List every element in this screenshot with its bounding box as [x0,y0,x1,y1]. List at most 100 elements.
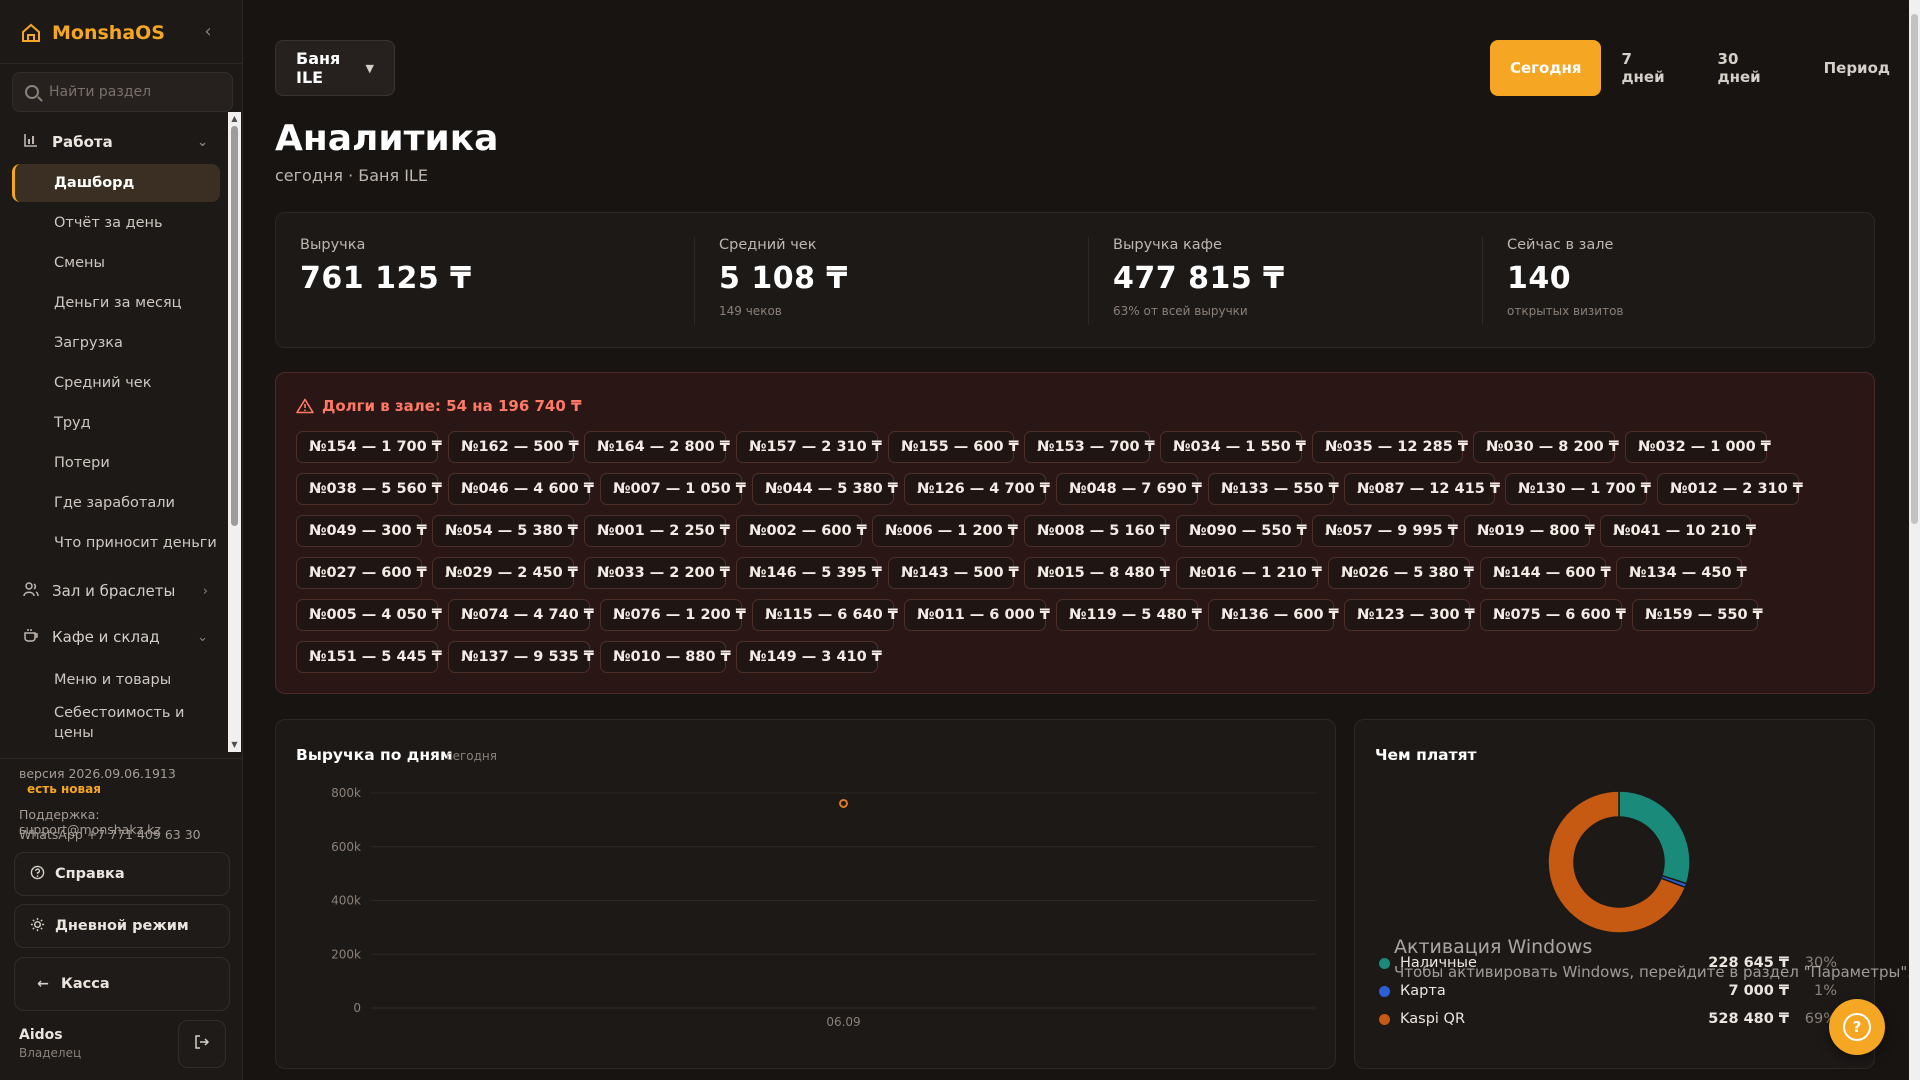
debt-chip[interactable]: №090 — 550 ₸ [1176,515,1307,547]
page-scrollbar[interactable] [1909,0,1920,1080]
nav-group-work[interactable]: Работа ⌄ [10,124,220,160]
kpi-label: Средний чек [719,237,817,253]
debt-chip[interactable]: №115 — 6 640 ₸ [752,599,898,631]
data-point[interactable] [839,798,848,808]
debt-chip[interactable]: №029 — 2 450 ₸ [432,557,578,589]
debt-chip[interactable]: №010 — 880 ₸ [600,641,731,673]
debt-chip[interactable]: №146 — 5 395 ₸ [736,557,882,589]
debt-chip[interactable]: №130 — 1 700 ₸ [1505,473,1651,505]
sidebar-item-where-earned[interactable]: Где заработали [12,484,220,522]
logout-button[interactable] [178,1020,226,1068]
period-tabs: Сегодня 7 дней 30 дней Период [1490,40,1910,96]
debt-chip[interactable]: №005 — 4 050 ₸ [296,599,442,631]
debt-chip[interactable]: №144 — 600 ₸ [1480,557,1611,589]
debt-chip[interactable]: №057 — 9 995 ₸ [1312,515,1458,547]
debt-chip[interactable]: №044 — 5 380 ₸ [752,473,898,505]
sidebar-item-load[interactable]: Загрузка [12,324,220,362]
sidebar-scrollbar[interactable]: ▲ ▼ [228,112,241,752]
sidebar-item-cost-prices[interactable]: Себестоимость и цены [12,700,220,746]
tab-7-days[interactable]: 7 дней [1601,40,1697,96]
debt-chip[interactable]: №041 — 10 210 ₸ [1600,515,1756,547]
debt-chip[interactable]: №006 — 1 200 ₸ [872,515,1018,547]
debt-chip[interactable]: №162 — 500 ₸ [448,431,579,463]
debt-chip[interactable]: №075 — 6 600 ₸ [1480,599,1626,631]
debt-chip[interactable]: №035 — 12 285 ₸ [1312,431,1468,463]
sidebar-item-shifts[interactable]: Смены [12,244,220,282]
debt-chip[interactable]: №157 — 2 310 ₸ [736,431,882,463]
debt-chip[interactable]: №154 — 1 700 ₸ [296,431,442,463]
tab-period[interactable]: Период [1804,40,1910,96]
tab-30-days[interactable]: 30 дней [1698,40,1804,96]
scroll-thumb[interactable] [1911,14,1918,524]
debt-chip[interactable]: №034 — 1 550 ₸ [1160,431,1306,463]
debt-chip[interactable]: №026 — 5 380 ₸ [1328,557,1474,589]
nav-group-hall[interactable]: Зал и браслеты › [10,573,220,609]
sidebar-item-labor[interactable]: Труд [12,404,220,442]
sidebar-item-dashboard[interactable]: Дашборд [12,164,220,202]
debt-chip[interactable]: №033 — 2 200 ₸ [584,557,730,589]
debt-chip[interactable]: №164 — 2 800 ₸ [584,431,730,463]
tab-today[interactable]: Сегодня [1490,40,1602,96]
nav-group-cafe[interactable]: Кафе и склад ⌄ [10,619,220,655]
debt-chip[interactable]: №012 — 2 310 ₸ [1657,473,1803,505]
venue-select[interactable]: Баня ILE ▼ [275,40,395,96]
debt-chip[interactable]: №027 — 600 ₸ [296,557,427,589]
scroll-down-icon[interactable]: ▼ [230,741,239,749]
debt-chip[interactable]: №153 — 700 ₸ [1024,431,1155,463]
sidebar-search[interactable] [12,72,233,112]
debt-chip[interactable]: №087 — 12 415 ₸ [1344,473,1500,505]
sidebar-item-day-report[interactable]: Отчёт за день [12,204,220,242]
debt-chip[interactable]: №001 — 2 250 ₸ [584,515,730,547]
debt-chip[interactable]: №008 — 5 160 ₸ [1024,515,1170,547]
debt-chip[interactable]: №054 — 5 380 ₸ [432,515,578,547]
debt-chip[interactable]: №074 — 4 740 ₸ [448,599,594,631]
debt-chip[interactable]: №143 — 500 ₸ [888,557,1019,589]
debt-chip[interactable]: №136 — 600 ₸ [1208,599,1339,631]
debt-chip[interactable]: №016 — 1 210 ₸ [1176,557,1322,589]
sidebar-item-what-brings-money[interactable]: Что приносит деньги [12,524,220,562]
search-input[interactable] [49,84,219,100]
debt-chip[interactable]: №007 — 1 050 ₸ [600,473,746,505]
debt-chip[interactable]: №134 — 450 ₸ [1616,557,1747,589]
debt-chip[interactable]: №126 — 4 700 ₸ [904,473,1050,505]
windows-activation-title: Активация Windows [1394,936,1593,958]
debt-chip[interactable]: №049 — 300 ₸ [296,515,427,547]
windows-activation-text: Чтобы активировать Windows, перейдите в … [1394,963,1912,981]
help-fab-button[interactable]: ? [1829,999,1885,1055]
donut-slice[interactable] [1618,790,1691,885]
whatsapp-contact[interactable]: WhatsApp +7 771 409 63 30 [19,827,201,842]
debt-chip[interactable]: №076 — 1 200 ₸ [600,599,746,631]
app-logo[interactable]: MonshaOS [20,20,165,46]
sidebar-item-avg-check[interactable]: Средний чек [12,364,220,402]
scroll-thumb[interactable] [231,126,238,526]
debt-chip[interactable]: №149 — 3 410 ₸ [736,641,882,673]
debt-chip[interactable]: №015 — 8 480 ₸ [1024,557,1170,589]
debt-chip[interactable]: №151 — 5 445 ₸ [296,641,442,673]
help-button[interactable]: Справка [14,852,230,896]
sidebar-item-month-money[interactable]: Деньги за месяц [12,284,220,322]
debt-chip[interactable]: №159 — 550 ₸ [1632,599,1763,631]
debt-chip[interactable]: №137 — 9 535 ₸ [448,641,594,673]
sidebar-item-losses[interactable]: Потери [12,444,220,482]
debt-chip[interactable]: №155 — 600 ₸ [888,431,1019,463]
debt-chip[interactable]: №019 — 800 ₸ [1464,515,1595,547]
search-icon [25,85,39,99]
debt-chip[interactable]: №038 — 5 560 ₸ [296,473,442,505]
debt-chip[interactable]: №032 — 1 000 ₸ [1625,431,1771,463]
debt-chip[interactable]: №123 — 300 ₸ [1344,599,1475,631]
debts-card: Долги в зале: 54 на 196 740 ₸ №154 — 1 7… [275,372,1875,694]
debt-chip[interactable]: №048 — 7 690 ₸ [1056,473,1202,505]
debt-chip[interactable]: №133 — 550 ₸ [1208,473,1339,505]
day-mode-button[interactable]: Дневной режим [14,904,230,948]
sidebar-item-menu-products[interactable]: Меню и товары [12,661,220,699]
debt-chip[interactable]: №046 — 4 600 ₸ [448,473,594,505]
divider [1482,237,1483,325]
collapse-sidebar-button[interactable]: ‹ [198,20,218,44]
scroll-up-icon[interactable]: ▲ [230,115,239,123]
debt-chip[interactable]: №119 — 5 480 ₸ [1056,599,1202,631]
kassa-button[interactable]: ← Касса [14,957,230,1011]
debt-chip[interactable]: №002 — 600 ₸ [736,515,867,547]
debt-chip[interactable]: №030 — 8 200 ₸ [1473,431,1619,463]
debt-chip[interactable]: №011 — 6 000 ₸ [904,599,1050,631]
new-version-link[interactable]: есть новая [27,782,101,796]
